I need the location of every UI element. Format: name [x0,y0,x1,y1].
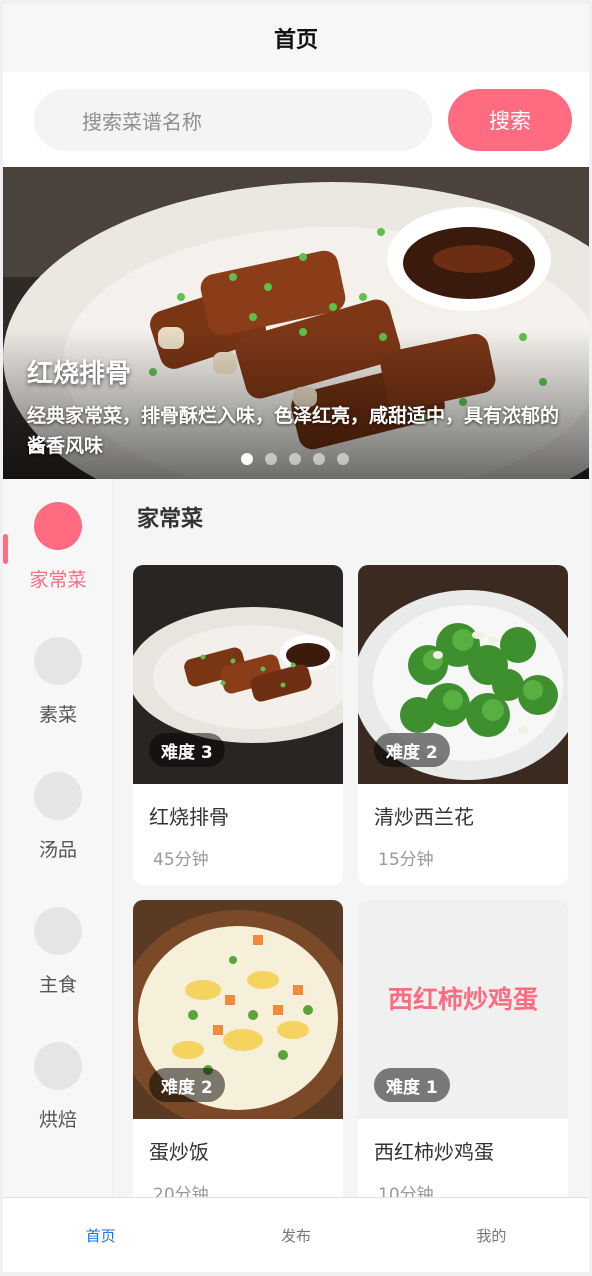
carousel-dot[interactable] [337,453,349,465]
search-input[interactable]: 搜索菜谱名称 [34,89,432,151]
recipe-image: 难度 2 [133,900,343,1119]
search-bar: 搜索菜谱名称 搜索 [3,72,589,168]
recipe-card[interactable]: 西红柿炒鸡蛋 难度 1 西红柿炒鸡蛋 10分钟 [358,900,568,1199]
difficulty-badge: 难度 3 [149,733,225,767]
tab-mine[interactable]: 我的 [394,1198,589,1272]
category-item-vegetarian[interactable]: 素菜 [3,614,113,734]
carousel-dot[interactable] [313,453,325,465]
category-label: 汤品 [38,839,77,861]
banner-description: 经典家常菜，排骨酥烂入味，色泽红亮，咸甜适中，具有浓郁的酱香风味 [27,405,560,457]
category-label: 烘焙 [38,1109,77,1131]
recipe-name: 红烧排骨 [149,805,229,829]
active-indicator [3,534,8,564]
placeholder-text: 西红柿炒鸡蛋 [387,984,538,1014]
recipe-image: 难度 3 [133,565,343,784]
category-label: 素菜 [38,704,77,726]
recipe-card[interactable]: 难度 2 清炒西兰花 15分钟 [358,565,568,885]
section-title: 家常菜 [137,507,204,532]
tab-home[interactable]: 首页 [3,1198,198,1272]
category-icon [34,637,82,685]
recipe-card[interactable]: 难度 3 红烧排骨 45分钟 [133,565,343,885]
app-root: 首页 搜索菜谱名称 搜索 红烧排骨 经典家常菜，排骨酥烂入味，色泽红亮，咸甜适中… [3,4,589,1272]
category-label: 主食 [38,974,77,996]
navigation-bar: 首页 [3,4,589,72]
tab-bar: 首页 发布 我的 [3,1197,589,1272]
page-title: 首页 [273,28,318,53]
recipe-time: 45分钟 [153,850,209,870]
category-item-baking[interactable]: 烘焙 [3,1019,113,1139]
category-item-home-cooking[interactable]: 家常菜 [3,479,113,599]
difficulty-badge: 难度 1 [374,1068,450,1102]
category-sidebar: 家常菜 素菜 汤品 主食 烘焙 [3,479,113,1199]
recipe-name: 西红柿炒鸡蛋 [374,1140,494,1164]
recipe-list-area: 家常菜 难度 3 红烧排骨 45分钟 难度 2 清炒西兰花 15分钟 难度 2 … [113,479,589,1199]
difficulty-badge: 难度 2 [374,733,450,767]
recipe-time: 15分钟 [378,850,434,870]
difficulty-badge: 难度 2 [149,1068,225,1102]
category-label: 家常菜 [29,569,87,591]
carousel-dots [241,453,349,465]
carousel-dot[interactable] [289,453,301,465]
banner-title: 红烧排骨 [27,359,132,389]
banner-carousel[interactable]: 红烧排骨 经典家常菜，排骨酥烂入味，色泽红亮，咸甜适中，具有浓郁的酱香风味 [3,167,589,479]
category-icon [34,907,82,955]
recipe-image-placeholder: 西红柿炒鸡蛋 难度 1 [358,900,568,1119]
category-icon [34,502,82,550]
search-button[interactable]: 搜索 [448,89,572,151]
category-item-staple[interactable]: 主食 [3,884,113,1004]
recipe-image: 难度 2 [358,565,568,784]
recipe-name: 清炒西兰花 [374,805,474,829]
recipe-name: 蛋炒饭 [149,1140,209,1164]
carousel-dot[interactable] [241,453,253,465]
carousel-dot[interactable] [265,453,277,465]
category-icon [34,1042,82,1090]
category-item-soup[interactable]: 汤品 [3,749,113,869]
tab-publish[interactable]: 发布 [198,1198,393,1272]
category-icon [34,772,82,820]
recipe-card[interactable]: 难度 2 蛋炒饭 20分钟 [133,900,343,1199]
